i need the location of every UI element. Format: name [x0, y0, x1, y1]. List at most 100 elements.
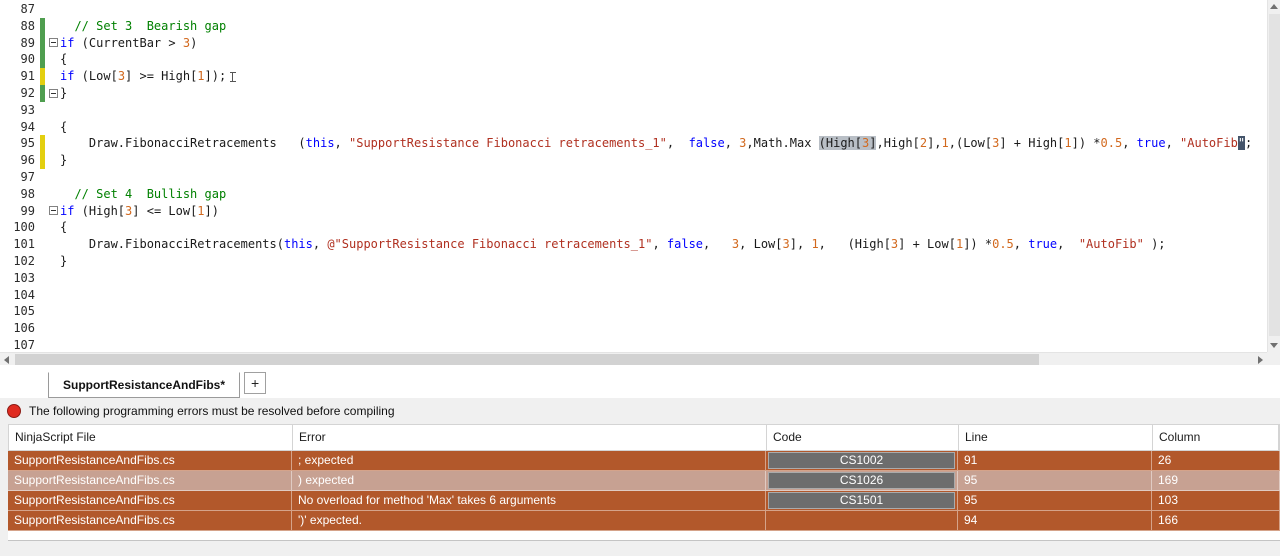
code-line-95[interactable]: 95 Draw.FibonacciRetracements (this, "Su… — [0, 135, 1267, 153]
code-token: } — [60, 85, 68, 100]
error-column-cell: 169 — [1152, 471, 1280, 490]
scroll-down-button[interactable] — [1267, 339, 1280, 352]
code-token: , — [1013, 237, 1029, 252]
code-token: // Set 3 Bearish gap — [74, 18, 227, 33]
fold-column — [46, 287, 60, 304]
change-tracking-bar — [40, 102, 45, 119]
tab-supportresistanceandfibs[interactable]: SupportResistanceAndFibs* — [48, 372, 241, 398]
code-token: } — [60, 253, 68, 268]
code-line-89[interactable]: 89 if (CurrentBar > 3) — [0, 34, 1267, 52]
bottom-status-strip — [0, 541, 1280, 556]
code-token: ,High[ — [876, 136, 920, 151]
error-file-cell: SupportResistanceAndFibs.cs — [8, 471, 292, 490]
change-tracking-bar — [40, 119, 45, 136]
code-text: } — [60, 85, 1267, 102]
change-tracking-bar — [40, 1, 45, 18]
code-line-102[interactable]: 102} — [0, 253, 1267, 270]
editor-horizontal-scrollbar[interactable] — [0, 352, 1267, 365]
code-token: ]) * — [963, 237, 993, 252]
line-number: 98 — [20, 186, 35, 201]
code-line-106[interactable]: 106 — [0, 320, 1267, 337]
code-token: this — [305, 136, 335, 151]
fold-collapse-icon[interactable] — [48, 88, 58, 98]
change-tracking-bar — [40, 84, 45, 102]
editor-vertical-scrollbar[interactable] — [1267, 0, 1280, 352]
column-header-code[interactable]: Code — [767, 425, 959, 450]
vertical-scroll-thumb[interactable] — [1269, 14, 1280, 336]
error-table-empty-area — [8, 531, 1280, 541]
code-line-100[interactable]: 100 { — [0, 219, 1267, 236]
code-line-105[interactable]: 105 — [0, 303, 1267, 320]
error-column-cell: 26 — [1152, 451, 1280, 470]
change-tracking-bar — [40, 186, 45, 203]
line-number: 92 — [20, 85, 35, 100]
code-token: (High[ — [818, 136, 862, 151]
code-text: // Set 4 Bullish gap — [60, 186, 1267, 203]
code-token: ); — [1143, 237, 1166, 252]
line-number: 93 — [20, 102, 35, 117]
code-text: { — [60, 219, 1267, 236]
line-number: 105 — [13, 304, 35, 319]
error-code-cell — [766, 511, 958, 530]
code-token: , Low[ — [739, 237, 783, 252]
code-token: " — [1237, 136, 1246, 151]
code-token: ] + High[ — [999, 136, 1065, 151]
horizontal-scroll-thumb[interactable] — [15, 354, 1039, 365]
error-message-cell: ; expected — [292, 451, 766, 470]
column-header-error[interactable]: Error — [293, 425, 767, 450]
code-token: 2 — [919, 136, 928, 151]
line-number: 94 — [20, 119, 35, 134]
error-code-badge: CS1002 — [768, 452, 955, 469]
code-line-94[interactable]: 94 { — [0, 119, 1267, 136]
error-code-badge: CS1501 — [768, 492, 955, 509]
code-line-101[interactable]: 101 Draw.FibonacciRetracements(this, @"S… — [0, 236, 1267, 253]
code-token: if — [60, 203, 75, 218]
line-number: 91 — [20, 69, 35, 84]
change-tracking-bar — [40, 303, 45, 320]
error-row[interactable]: SupportResistanceAndFibs.cs) expected CS1… — [8, 471, 1280, 491]
scroll-right-button[interactable] — [1254, 353, 1267, 366]
code-line-104[interactable]: 104 — [0, 287, 1267, 304]
code-lines-area[interactable]: 87 88 // Set 3 Bearish gap 89 if (CurrentBa… — [0, 1, 1267, 354]
new-tab-button[interactable]: + — [244, 372, 267, 394]
code-token: ]); — [204, 69, 227, 84]
fold-collapse-icon[interactable] — [48, 206, 58, 216]
code-line-90[interactable]: 90 { — [0, 51, 1267, 69]
tab-label: SupportResistanceAndFibs* — [63, 378, 226, 392]
column-header-line[interactable]: Line — [959, 425, 1153, 450]
scroll-left-button[interactable] — [0, 353, 13, 366]
code-line-88[interactable]: 88 // Set 3 Bearish gap — [0, 17, 1267, 35]
scroll-up-button[interactable] — [1267, 0, 1280, 13]
code-token: 3 — [782, 237, 790, 252]
code-line-93[interactable]: 93 — [0, 102, 1267, 119]
error-row[interactable]: SupportResistanceAndFibs.cs; expected CS1… — [8, 451, 1280, 471]
code-token: 1 — [197, 203, 205, 218]
code-token: 3 — [117, 69, 126, 84]
change-tracking-bar — [40, 169, 45, 186]
code-token: 1 — [811, 237, 819, 252]
triangle-right-icon — [1258, 355, 1263, 364]
code-token: 0.5 — [1100, 136, 1123, 151]
code-editor[interactable]: 87 88 // Set 3 Bearish gap 89 if (CurrentBa… — [0, 0, 1280, 365]
column-header-ninjascript-file[interactable]: NinjaScript File — [9, 425, 293, 450]
fold-column — [46, 219, 60, 236]
fold-collapse-icon[interactable] — [48, 38, 58, 48]
line-number: 104 — [13, 287, 35, 302]
code-line-92[interactable]: 92} — [0, 84, 1267, 102]
code-token: (High[ — [74, 203, 126, 218]
error-row[interactable]: SupportResistanceAndFibs.cs ')' expected.… — [8, 511, 1280, 531]
error-row[interactable]: SupportResistanceAndFibs.cs No overload f… — [8, 491, 1280, 511]
code-line-91[interactable]: 91 if (Low[3] >= High[1]); — [0, 68, 1267, 85]
error-line-cell: 91 — [958, 451, 1152, 470]
code-line-99[interactable]: 99 if (High[3] <= Low[1]) — [0, 203, 1267, 220]
code-line-103[interactable]: 103 — [0, 270, 1267, 287]
column-header-column[interactable]: Column — [1153, 425, 1279, 450]
code-line-98[interactable]: 98 // Set 4 Bullish gap — [0, 186, 1267, 203]
code-line-87[interactable]: 87 — [0, 1, 1267, 18]
fold-column — [46, 18, 60, 35]
error-file-cell: SupportResistanceAndFibs.cs — [8, 491, 292, 510]
code-line-96[interactable]: 96} — [0, 152, 1267, 169]
code-line-97[interactable]: 97 — [0, 169, 1267, 186]
